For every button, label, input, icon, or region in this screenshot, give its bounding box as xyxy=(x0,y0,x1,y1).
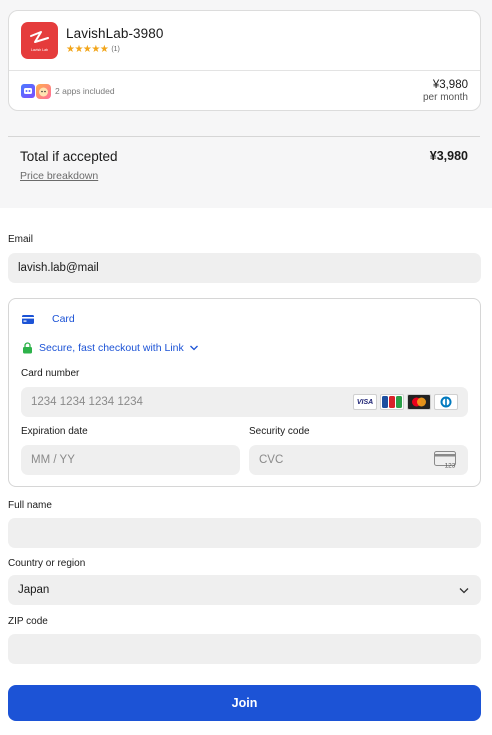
product-footer: 2 apps included ¥3,980 per month xyxy=(9,71,480,111)
price-amount: ¥3,980 xyxy=(432,79,468,91)
full-name-label: Full name xyxy=(8,500,52,511)
email-label: Email xyxy=(8,234,34,245)
total-value: ¥3,980 xyxy=(429,149,468,163)
full-name-field[interactable] xyxy=(8,518,481,548)
price-breakdown-link[interactable]: Price breakdown xyxy=(20,170,98,182)
product-name: LavishLab-3980 xyxy=(66,26,164,41)
logo-wordmark: Lavish Lab xyxy=(31,48,48,52)
mastercard-icon xyxy=(407,394,431,410)
price-period: per month xyxy=(422,92,468,103)
order-summary: Lavish Lab LavishLab-3980 ★★★★★ (1) 2 ap… xyxy=(0,0,492,208)
card-payment-section: Card Secure, fast checkout with Link Car… xyxy=(8,298,481,487)
cvc-icon: 123 xyxy=(434,451,456,470)
join-button[interactable]: Join xyxy=(8,685,481,721)
expiration-input[interactable]: MM / YY xyxy=(21,445,240,475)
link-checkout-text: Secure, fast checkout with Link xyxy=(39,342,184,354)
app-icon xyxy=(36,83,51,99)
expiration-label: Expiration date xyxy=(21,426,88,437)
rating-count: (1) xyxy=(111,46,120,53)
card-number-input[interactable]: 1234 1234 1234 1234 VISA xyxy=(21,387,468,417)
card-brand-logos: VISA xyxy=(353,394,458,410)
country-label: Country or region xyxy=(8,558,86,569)
total-label: Total if accepted xyxy=(20,149,118,164)
jcb-icon xyxy=(380,394,404,410)
app-icon xyxy=(21,84,35,98)
product-header: Lavish Lab LavishLab-3980 ★★★★★ (1) xyxy=(9,11,480,71)
chevron-down-icon xyxy=(189,345,198,351)
tab-card-label: Card xyxy=(52,313,75,325)
country-select[interactable]: Japan xyxy=(8,575,481,605)
security-code-label: Security code xyxy=(249,426,310,437)
app-icons: 2 apps included xyxy=(21,83,115,99)
security-code-input[interactable]: CVC 123 xyxy=(249,445,468,475)
zip-label: ZIP code xyxy=(8,616,48,627)
star-rating-icon: ★★★★★ xyxy=(66,44,109,55)
country-value: Japan xyxy=(18,584,50,596)
card-number-label: Card number xyxy=(21,368,80,379)
product-rating: ★★★★★ (1) xyxy=(66,44,163,55)
tab-card[interactable]: Card xyxy=(22,313,75,325)
diners-icon xyxy=(434,394,458,410)
email-field[interactable]: lavish.lab@mail xyxy=(8,253,481,283)
card-number-placeholder: 1234 1234 1234 1234 xyxy=(31,396,143,408)
chevron-down-icon xyxy=(459,588,469,594)
zip-field[interactable] xyxy=(8,634,481,664)
visa-icon: VISA xyxy=(353,394,377,410)
link-checkout-button[interactable]: Secure, fast checkout with Link xyxy=(22,342,199,354)
card-icon xyxy=(22,314,34,324)
apps-included-text: 2 apps included xyxy=(55,86,115,96)
product-card: Lavish Lab LavishLab-3980 ★★★★★ (1) 2 ap… xyxy=(8,10,481,111)
summary-divider xyxy=(8,136,480,137)
product-price: ¥3,980 per month xyxy=(423,79,468,103)
email-value: lavish.lab@mail xyxy=(18,262,99,274)
security-code-placeholder: CVC xyxy=(259,454,284,466)
cvc-icon-digits: 123 xyxy=(445,463,456,470)
lock-icon xyxy=(23,342,32,354)
product-logo: Lavish Lab xyxy=(21,22,58,59)
expiration-placeholder: MM / YY xyxy=(31,454,75,466)
